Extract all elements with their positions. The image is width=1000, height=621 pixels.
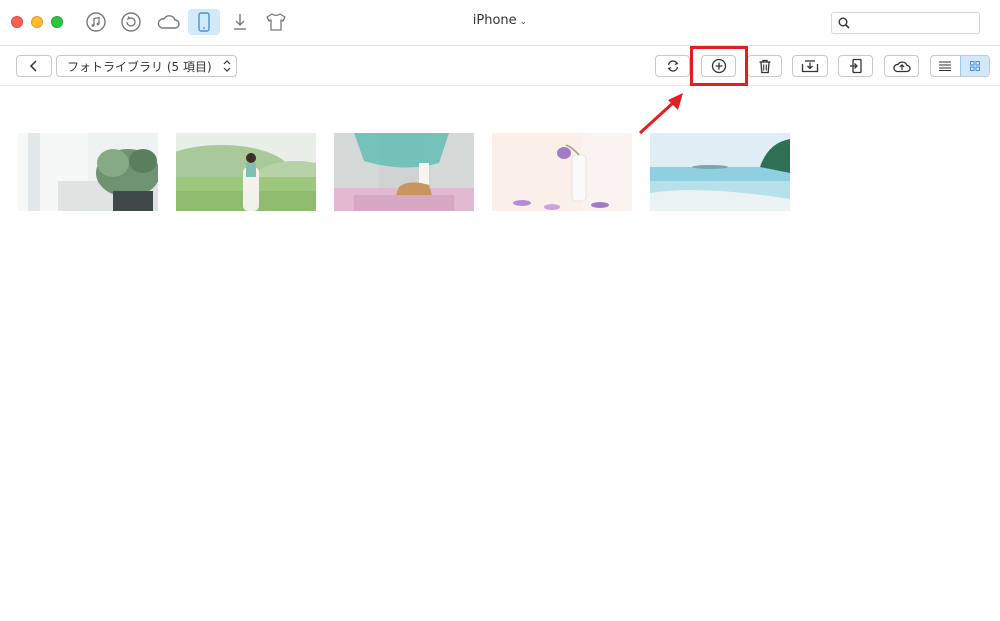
chevron-left-icon bbox=[29, 60, 37, 72]
import-to-device-button[interactable] bbox=[838, 55, 873, 77]
zoom-window-button[interactable] bbox=[51, 16, 63, 28]
photo-thumbnail[interactable] bbox=[18, 133, 158, 211]
export-to-computer-icon bbox=[801, 60, 819, 73]
toolbar: フォトライブラリ (5 項目) bbox=[0, 47, 1000, 86]
minimize-window-button[interactable] bbox=[31, 16, 43, 28]
device-selector[interactable]: iPhone ⌄ bbox=[440, 13, 560, 28]
list-view-icon bbox=[939, 61, 952, 71]
annotation-arrow-icon bbox=[638, 93, 683, 135]
close-window-button[interactable] bbox=[11, 16, 23, 28]
search-input[interactable] bbox=[831, 12, 980, 34]
tshirt-icon[interactable] bbox=[260, 9, 292, 35]
photo-thumbnail[interactable] bbox=[334, 133, 474, 211]
view-mode-switch bbox=[930, 55, 990, 77]
refresh-icon bbox=[667, 60, 678, 72]
photo-thumbnail[interactable] bbox=[650, 133, 790, 211]
album-label: フォトライブラリ (5 項目) bbox=[67, 59, 212, 74]
import-to-device-icon bbox=[849, 58, 862, 74]
icloud-icon[interactable] bbox=[152, 9, 184, 35]
export-to-computer-button[interactable] bbox=[792, 55, 828, 77]
photo-thumbnail[interactable] bbox=[176, 133, 316, 211]
delete-button[interactable] bbox=[747, 55, 782, 77]
back-button[interactable] bbox=[16, 55, 52, 77]
grid-view-icon bbox=[969, 61, 980, 71]
add-button-highlight bbox=[690, 46, 748, 86]
trash-icon bbox=[759, 59, 770, 73]
upload-cloud-icon bbox=[892, 61, 911, 73]
device-name: iPhone bbox=[472, 13, 517, 28]
list-view-button[interactable] bbox=[931, 56, 960, 76]
grid-view-button[interactable] bbox=[959, 56, 989, 76]
title-bar: iPhone ⌄ bbox=[0, 0, 1000, 46]
music-icon[interactable] bbox=[80, 9, 112, 35]
album-select[interactable]: フォトライブラリ (5 項目) bbox=[56, 55, 237, 77]
search-icon bbox=[838, 17, 850, 29]
app-window: iPhone ⌄ フォトライブラリ (5 項目) bbox=[0, 0, 1000, 621]
upload-cloud-button[interactable] bbox=[884, 55, 919, 77]
download-icon[interactable] bbox=[224, 9, 256, 35]
photo-thumbnail[interactable] bbox=[492, 133, 632, 211]
restore-icon[interactable] bbox=[115, 9, 147, 35]
chevron-down-icon: ⌄ bbox=[519, 17, 528, 27]
iphone-icon[interactable] bbox=[188, 9, 220, 35]
updown-chevron-icon bbox=[223, 59, 231, 74]
refresh-button[interactable] bbox=[655, 55, 690, 77]
